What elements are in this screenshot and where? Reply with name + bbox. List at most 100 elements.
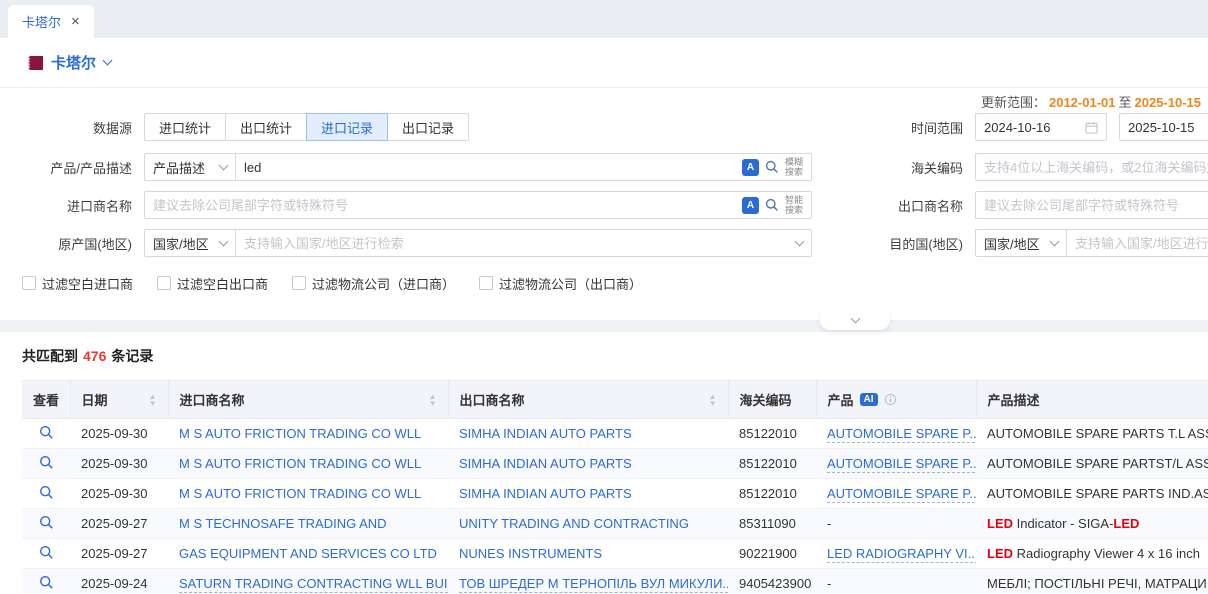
hs-code-cell: 85311090 [728,509,816,539]
exporter-link[interactable]: NUNES INSTRUMENTS [459,546,602,561]
col-date[interactable]: 日期 ▲▼ [70,381,168,419]
data-source-label: 数据源 [0,118,132,137]
checkbox-icon[interactable] [292,276,306,290]
exporter-link[interactable]: UNITY TRADING AND CONTRACTING [459,516,689,531]
hs-code-cell: 90221900 [728,539,816,569]
product-link[interactable]: AUTOMOBILE SPARE P... [827,456,976,473]
exporter-input[interactable] [976,198,1208,213]
filter-checkbox[interactable]: 过滤物流公司（出口商） [479,274,642,293]
table-row: 2025-09-27 M S TECHNOSAFE TRADING AND UNIT… [22,509,1208,539]
collapse-filters-button[interactable] [820,310,890,330]
description-cell: AUTOMOBILE SPARE PARTS IND.ASS... [976,479,1208,509]
chevron-down-icon [219,236,229,246]
date-to-input[interactable]: 2025-10-15 [1119,113,1208,141]
exporter-link[interactable]: SIMHA INDIAN AUTO PARTS [459,486,632,501]
translate-icon[interactable]: A [742,159,759,176]
country-name[interactable]: 卡塔尔 [51,52,96,73]
view-record-button[interactable] [39,485,54,500]
data-source-segmented: 进口统计出口统计进口记录出口记录 [144,113,469,141]
table-row: 2025-09-24SATURN TRADING CONTRACTING WLL… [22,569,1208,594]
destination-type-value: 国家/地区 [984,234,1040,253]
destination-type-select[interactable]: 国家/地区 [975,229,1067,257]
col-importer[interactable]: 进口商名称 ▲▼ [168,381,448,419]
importer-link[interactable]: M S AUTO FRICTION TRADING CO WLL [179,456,421,471]
tab-close-icon[interactable]: × [71,14,80,29]
product-type-value: 产品描述 [153,158,205,177]
product-input[interactable] [236,160,742,175]
view-record-button[interactable] [39,515,54,530]
importer-row: 进口商名称 A 智能 搜索 出口商名称 [0,190,1208,220]
importer-link[interactable]: M S TECHNOSAFE TRADING AND [179,516,387,531]
date-cell: 2025-09-27 [70,509,168,539]
importer-link[interactable]: GAS EQUIPMENT AND SERVICES CO LTD [179,546,437,561]
filter-checkbox-row: 过滤空白进口商 过滤空白出口商 过滤物流公司（进口商） 过滤物流公司（出口商） [22,272,1208,294]
col-exporter[interactable]: 出口商名称 ▲▼ [448,381,728,419]
exporter-link[interactable]: SIMHA INDIAN AUTO PARTS [459,456,632,471]
description-cell: МЕБЛІ; ПОСТІЛЬНІ РЕЧІ, МАТРАЦИ,... [976,569,1208,594]
hs-code-cell: 85122010 [728,449,816,479]
product-link[interactable]: AUTOMOBILE SPARE P... [827,426,976,443]
data-source-option[interactable]: 进口记录 [306,113,388,141]
date-cell: 2025-09-30 [70,419,168,449]
product-label: 产品/产品描述 [0,158,132,177]
importer-label: 进口商名称 [0,196,132,215]
filter-checkbox[interactable]: 过滤空白进口商 [22,274,133,293]
table-row: 2025-09-30M S AUTO FRICTION TRADING CO W… [22,449,1208,479]
checkbox-icon[interactable] [157,276,171,290]
product-link[interactable]: AUTOMOBILE SPARE P... [827,486,976,503]
view-record-button[interactable] [39,455,54,470]
chevron-down-icon[interactable] [103,56,113,66]
country-header: 卡塔尔 [0,38,1208,88]
product-row: 产品/产品描述 产品描述 A 模糊 搜索 [0,152,1208,182]
checkbox-icon[interactable] [22,276,36,290]
view-record-button[interactable] [39,575,54,590]
data-source-option[interactable]: 出口统计 [225,113,307,141]
data-source-option[interactable]: 进口统计 [144,113,226,141]
sort-icons[interactable]: ▲▼ [429,393,437,407]
origin-input[interactable] [236,236,796,251]
hs-code-input[interactable] [976,160,1208,175]
fuzzy-search-label[interactable]: 模糊 搜索 [785,157,803,177]
origin-type-select[interactable]: 国家/地区 [144,229,236,257]
match-count: 476 [83,348,106,364]
importer-link[interactable]: SATURN TRADING CONTRACTING WLL BUI... [179,576,448,593]
fuzzy-search-icon[interactable] [765,160,779,174]
exporter-link[interactable]: ТОВ ШРЕДЕР М ТЕРНОПІЛЬ ВУЛ МИКУЛИ... [459,576,728,593]
update-range-label: 更新范围： [981,95,1046,110]
importer-link[interactable]: M S AUTO FRICTION TRADING CO WLL [179,426,421,441]
filter-checkbox[interactable]: 过滤空白出口商 [157,274,268,293]
data-source-option[interactable]: 出口记录 [387,113,469,141]
destination-label: 目的国(地区) [878,234,963,253]
hs-code-cell: 85122010 [728,479,816,509]
checkbox-label: 过滤物流公司（进口商） [312,274,455,293]
exporter-link[interactable]: SIMHA INDIAN AUTO PARTS [459,426,632,441]
view-record-button[interactable] [39,425,54,440]
chevron-down-icon [850,313,860,323]
info-icon[interactable] [884,393,897,406]
origin-row: 原产国(地区) 国家/地区 目的国(地区) 国家/地区 [0,228,1208,258]
summary-prefix: 共匹配到 [22,348,78,364]
sort-icons[interactable]: ▲▼ [149,393,157,407]
importer-link[interactable]: M S AUTO FRICTION TRADING CO WLL [179,486,421,501]
tab-qatar[interactable]: 卡塔尔 × [8,5,94,38]
checkbox-icon[interactable] [479,276,493,290]
summary-suffix: 条记录 [111,348,153,364]
sort-icons[interactable]: ▲▼ [709,393,717,407]
product-type-select[interactable]: 产品描述 [144,153,236,181]
view-record-button[interactable] [39,545,54,560]
chevron-down-icon [1050,236,1060,246]
smart-search-label[interactable]: 智能 搜索 [785,195,803,215]
date-cell: 2025-09-30 [70,479,168,509]
calendar-icon[interactable] [1085,121,1098,134]
filter-checkbox[interactable]: 过滤物流公司（进口商） [292,274,455,293]
col-hs-code: 海关编码 [728,381,816,419]
product-link[interactable]: LED RADIOGRAPHY VI... [827,546,976,563]
chevron-down-icon [795,236,805,246]
importer-input[interactable] [145,198,742,213]
date-from-input[interactable]: 2024-10-16 [975,113,1107,141]
data-source-row: 数据源 进口统计出口统计进口记录出口记录 时间范围 2024-10-16 202… [0,112,1208,142]
smart-search-icon[interactable] [765,198,779,212]
translate-icon[interactable]: A [742,197,759,214]
product-cell: - [816,509,976,539]
destination-input[interactable] [1067,236,1208,251]
